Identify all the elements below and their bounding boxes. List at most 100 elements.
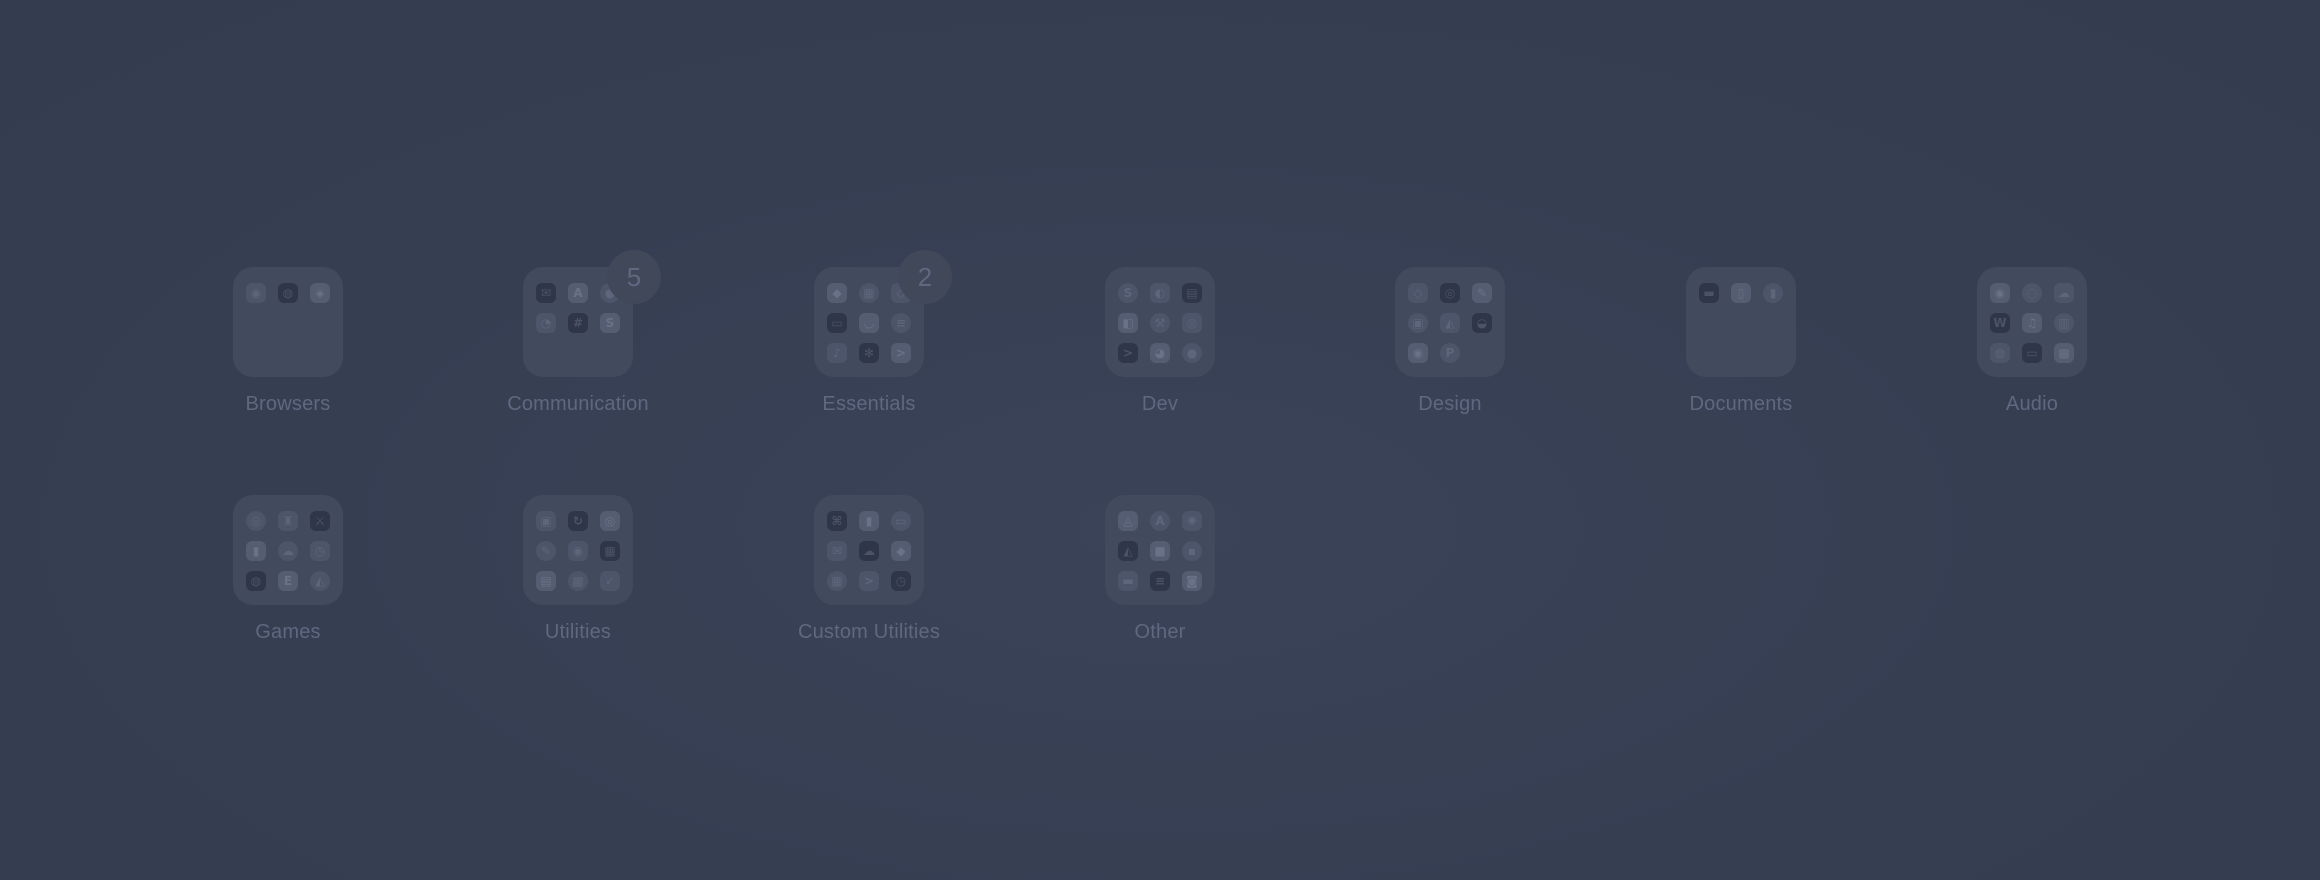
keyboard-icon: ▭ bbox=[827, 313, 847, 333]
shield-icon: ◆ bbox=[827, 283, 847, 303]
pages-icon: ▯ bbox=[1731, 283, 1751, 303]
cloud-icon: ☁ bbox=[278, 541, 298, 561]
square-icon: ■ bbox=[1150, 541, 1170, 561]
radio-icon: ▭ bbox=[2022, 343, 2042, 363]
steam-icon: ◎ bbox=[246, 511, 266, 531]
target-icon: ◉ bbox=[568, 541, 588, 561]
database-icon: ◎ bbox=[1182, 313, 1202, 333]
map-icon: ◭ bbox=[1118, 541, 1138, 561]
archive-icon: ▤ bbox=[536, 571, 556, 591]
folder-label: Games bbox=[255, 621, 321, 643]
grid-icon: ▦ bbox=[827, 571, 847, 591]
ai-icon: A bbox=[1150, 511, 1170, 531]
folder-tile[interactable]: S ◐ ▤ ◧ ⚒ ◎ > ◕ ● bbox=[1105, 267, 1215, 377]
sublime-icon: S bbox=[1118, 283, 1138, 303]
folder-games[interactable]: ◎ ♜ ⚔ ▮ ☁ ◷ ◍ E ◭ Games bbox=[168, 495, 408, 643]
equalizer-icon: ▥ bbox=[2054, 313, 2074, 333]
folder-communication[interactable]: ✉ A ● ◔ # S 5 Communication bbox=[458, 250, 698, 415]
folder-tile[interactable]: ◉ ◍ ◈ bbox=[233, 267, 343, 377]
folder-tile[interactable]: ▬ ▯ ▮ bbox=[1686, 267, 1796, 377]
folder-label: Utilities bbox=[544, 621, 612, 643]
calendar-icon: ▦ bbox=[600, 541, 620, 561]
xcode-icon: ⚒ bbox=[1150, 313, 1170, 333]
appstore-icon: A bbox=[568, 283, 588, 303]
firefox-icon: ◍ bbox=[278, 283, 298, 303]
folder-tile[interactable]: ◇ ◎ ✎ ▣ ◭ ◒ ◉ P bbox=[1395, 267, 1505, 377]
terminal-icon: > bbox=[1118, 343, 1138, 363]
safari-icon: ◈ bbox=[310, 283, 330, 303]
folder-dev[interactable]: S ◐ ▤ ◧ ⚒ ◎ > ◕ ● Dev bbox=[1040, 267, 1280, 415]
skype-icon: S bbox=[600, 313, 620, 333]
mail-icon: ✉ bbox=[536, 283, 556, 303]
monitor-icon: ▣ bbox=[536, 511, 556, 531]
figma-icon: ◉ bbox=[1408, 343, 1428, 363]
folder-label: Design bbox=[1418, 393, 1482, 415]
wordpress-icon: W bbox=[1990, 313, 2010, 333]
sun-icon: ✺ bbox=[1182, 511, 1202, 531]
audio-icon: ♫ bbox=[2022, 313, 2042, 333]
mixer-icon: ▩ bbox=[2054, 343, 2074, 363]
clock-icon: ◷ bbox=[891, 571, 911, 591]
vscode-icon: ◧ bbox=[1118, 313, 1138, 333]
folder-label: Dev bbox=[1141, 393, 1179, 415]
notification-badge: 5 bbox=[607, 250, 661, 304]
folder-other[interactable]: ◬ A ✺ ◭ ■ ▪ ▬ ≡ ◙ Other bbox=[1040, 495, 1280, 643]
folder-label: Browsers bbox=[245, 393, 331, 415]
folder-custom-utilities[interactable]: ⌘ ▮ ▭ ✉ ☁ ◆ ▦ > ◷ Custom Utilities bbox=[749, 495, 989, 643]
racing-icon: ◭ bbox=[310, 571, 330, 591]
controller-icon: ◍ bbox=[246, 571, 266, 591]
terminal-icon: > bbox=[859, 571, 879, 591]
terminal-icon: > bbox=[891, 343, 911, 363]
folder-utilities[interactable]: ▣ ↻ ◎ ✎ ◉ ▦ ▤ ▩ ✓ Utilities bbox=[458, 495, 698, 643]
pencil-icon: ✎ bbox=[536, 541, 556, 561]
invision-icon: ▣ bbox=[1408, 313, 1428, 333]
folder-tile[interactable]: ◎ ♜ ⚔ ▮ ☁ ◷ ◍ E ◭ bbox=[233, 495, 343, 605]
folder-tile[interactable]: ◬ A ✺ ◭ ■ ▪ ▬ ≡ ◙ bbox=[1105, 495, 1215, 605]
postman-icon: ● bbox=[1182, 343, 1202, 363]
camera-icon: ◙ bbox=[1182, 571, 1202, 591]
github-icon: ◕ bbox=[1150, 343, 1170, 363]
globe-icon: ◍ bbox=[1990, 343, 2010, 363]
pocket-icon: ◡ bbox=[859, 313, 879, 333]
chat-icon: ▭ bbox=[891, 511, 911, 531]
checkmark-icon: ✓ bbox=[600, 571, 620, 591]
grid-icon: ▦ bbox=[859, 283, 879, 303]
folder-browsers[interactable]: ◉ ◍ ◈ Browsers bbox=[168, 267, 408, 415]
sword-icon: ⚔ bbox=[310, 511, 330, 531]
folder-label: Other bbox=[1134, 621, 1186, 643]
folder-label: Documents bbox=[1689, 393, 1793, 415]
compass-icon: ◎ bbox=[600, 511, 620, 531]
folder-tile[interactable]: ⌘ ▮ ▭ ✉ ☁ ◆ ▦ > ◷ bbox=[814, 495, 924, 605]
folder-audio[interactable]: ◉ ◌ ☁ W ♫ ▥ ◍ ▭ ▩ Audio bbox=[1912, 267, 2152, 415]
chart-icon: ▮ bbox=[246, 541, 266, 561]
sketch-icon: ◇ bbox=[1408, 283, 1428, 303]
folder-label: Essentials bbox=[822, 393, 916, 415]
notification-badge: 2 bbox=[898, 250, 952, 304]
bag-icon: ◬ bbox=[1118, 511, 1138, 531]
sync-icon: ↻ bbox=[568, 511, 588, 531]
music-icon: ♪ bbox=[827, 343, 847, 363]
epic-icon: E bbox=[278, 571, 298, 591]
spotify-icon: ◌ bbox=[2022, 283, 2042, 303]
notes-icon: ≡ bbox=[1150, 571, 1170, 591]
notes-icon: ≡ bbox=[891, 313, 911, 333]
folder-label: Audio bbox=[2005, 393, 2059, 415]
chess-icon: ♜ bbox=[278, 511, 298, 531]
folder-label: Custom Utilities bbox=[797, 621, 941, 643]
mail-icon: ✉ bbox=[827, 541, 847, 561]
card-icon: ▬ bbox=[1118, 571, 1138, 591]
code-icon: ⌘ bbox=[827, 511, 847, 531]
folder-documents[interactable]: ▬ ▯ ▮ Documents bbox=[1621, 267, 1861, 415]
box-icon: ▪ bbox=[1182, 541, 1202, 561]
numbers-icon: ▮ bbox=[1763, 283, 1783, 303]
folder-label: Communication bbox=[507, 393, 649, 415]
soundcloud-icon: ☁ bbox=[2054, 283, 2074, 303]
folder-design[interactable]: ◇ ◎ ✎ ▣ ◭ ◒ ◉ P Design bbox=[1330, 267, 1570, 415]
pen-icon: ✎ bbox=[1472, 283, 1492, 303]
folder-tile[interactable]: ◉ ◌ ☁ W ♫ ▥ ◍ ▭ ▩ bbox=[1977, 267, 2087, 377]
keynote-icon: ▬ bbox=[1699, 283, 1719, 303]
folder-essentials[interactable]: ◆ ▦ ◇ ▭ ◡ ≡ ♪ ✻ > 2 Essentials bbox=[749, 250, 989, 415]
folder-grid: ◉ ◍ ◈ Browsers ✉ A ● ◔ # S 5 Communication ◆ ▦ ◇ ▭… bbox=[0, 0, 2320, 880]
folder-tile[interactable]: ▣ ↻ ◎ ✎ ◉ ▦ ▤ ▩ ✓ bbox=[523, 495, 633, 605]
settings-icon: ✻ bbox=[859, 343, 879, 363]
